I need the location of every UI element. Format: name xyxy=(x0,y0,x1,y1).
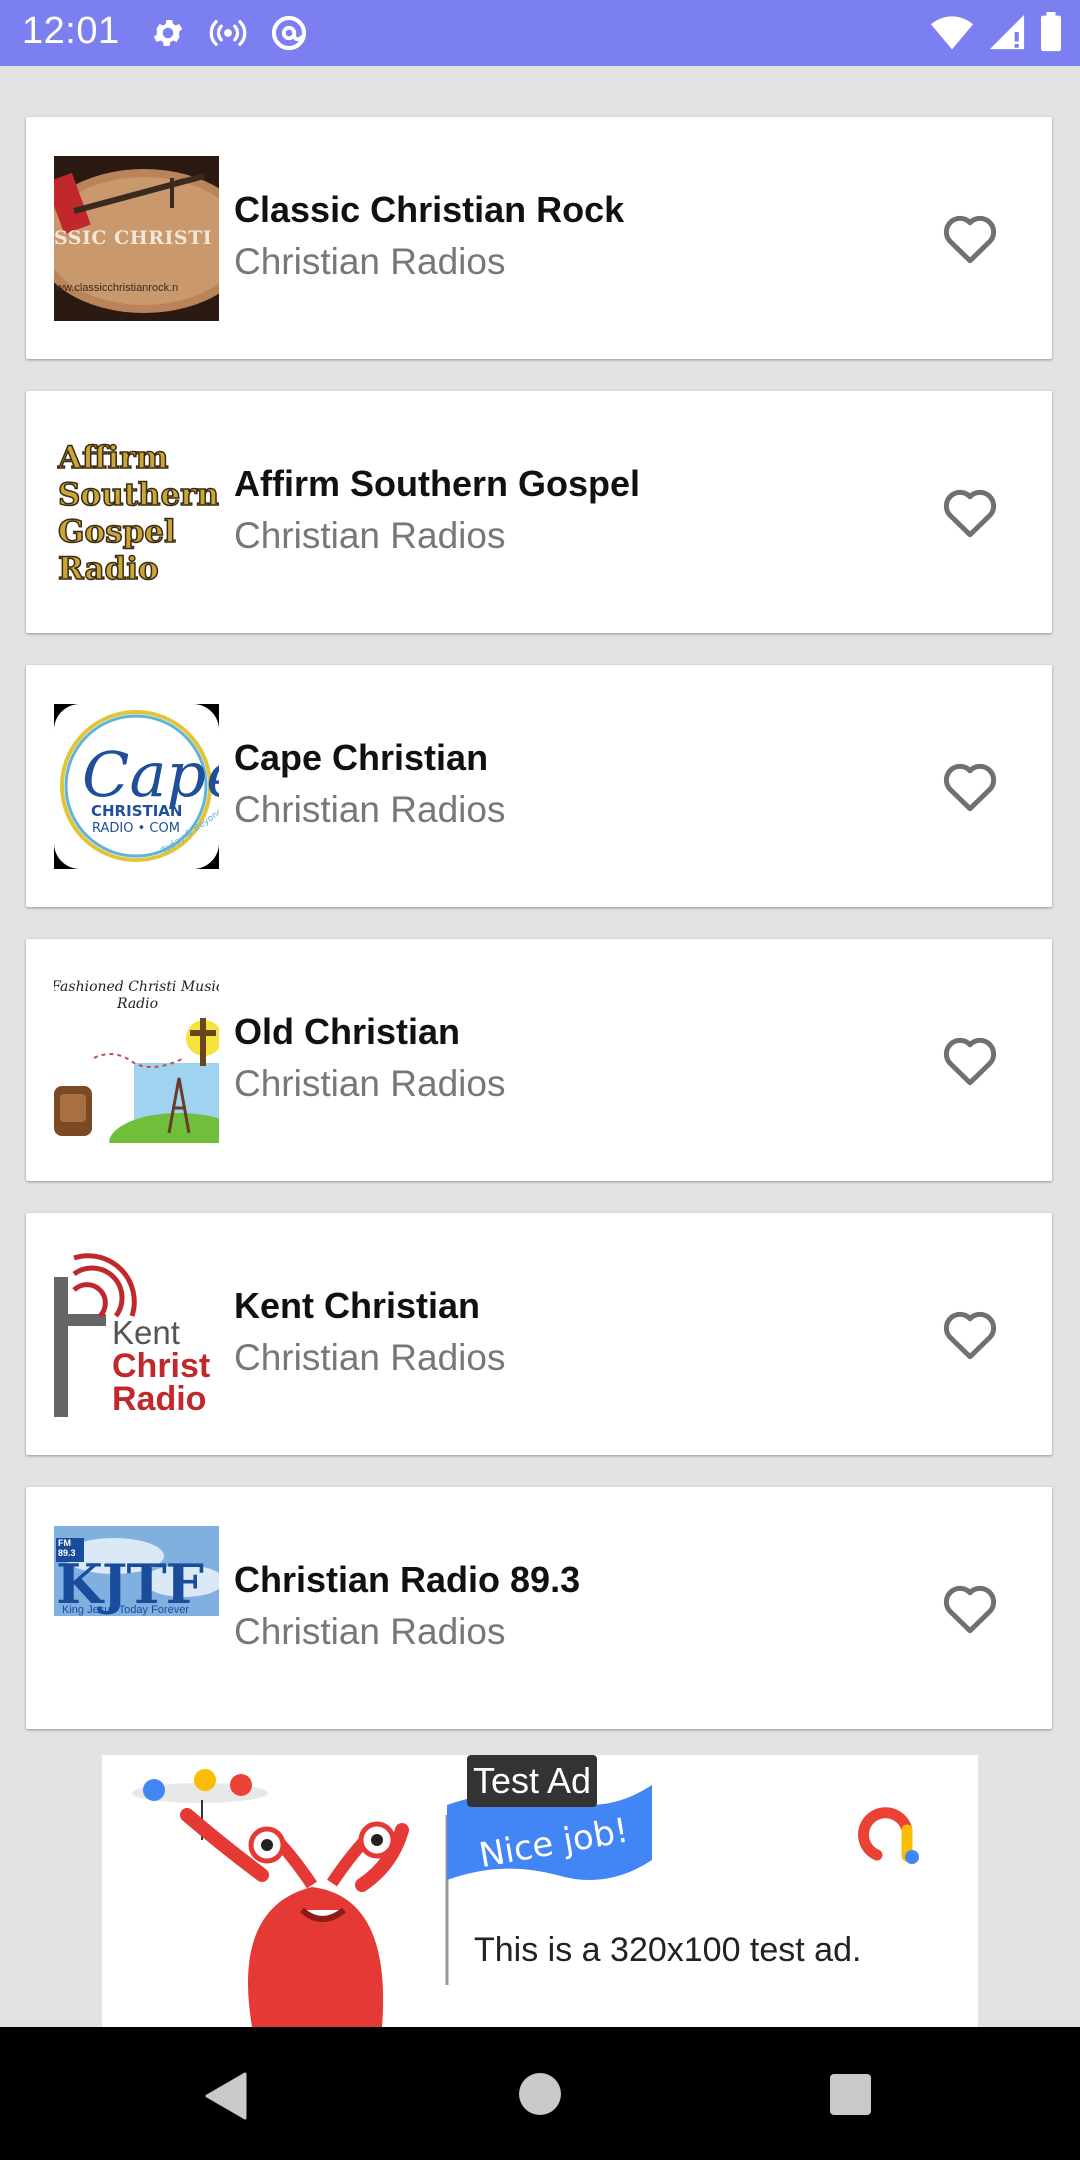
logo-text: Radio xyxy=(112,1380,207,1417)
heart-icon[interactable] xyxy=(940,483,1000,539)
ad-banner[interactable]: Nice job! Test Ad This is a 320x100 test… xyxy=(102,1755,978,2027)
station-card[interactable]: Kent Christ Radio Kent Christian Christi… xyxy=(26,1213,1052,1455)
station-subtitle: Christian Radios xyxy=(234,515,506,556)
heart-icon[interactable] xyxy=(940,209,1000,265)
station-title: Christian Radio 89.3 xyxy=(234,1559,581,1600)
logo-text: Affirm Southern Gospel Radio xyxy=(57,439,219,588)
logo-text: SSIC CHRISTI ROCK RADIO xyxy=(54,227,219,249)
station-title: Classic Christian Rock xyxy=(234,189,625,230)
wifi-icon xyxy=(930,16,974,50)
station-subtitle: Christian Radios xyxy=(234,1337,506,1378)
affirm-southern-gospel-logo: Affirm Southern Gospel Radio xyxy=(54,430,219,595)
old-christian-logo: Fashioned Christi Music Radio xyxy=(54,978,219,1143)
ad-body-text: This is a 320x100 test ad. xyxy=(474,1931,862,1969)
svg-text:CHRISTIAN: CHRISTIAN xyxy=(91,802,182,820)
station-subtitle: Christian Radios xyxy=(234,241,506,282)
logo-url: ww.classicchristianrock.n xyxy=(56,282,179,294)
logo-tagline: King Jesus Today Forever xyxy=(62,1604,189,1616)
station-card[interactable]: Affirm Southern Gospel Radio Affirm Sout… xyxy=(26,391,1052,633)
svg-text:Cape: Cape xyxy=(82,738,219,811)
classic-christian-rock-logo: SSIC CHRISTI ROCK RADIO ww.classicchrist… xyxy=(54,156,219,321)
station-card[interactable]: Cape CHRISTIAN RADIO • COM Today & Beyon… xyxy=(26,665,1052,907)
svg-text:RADIO • COM: RADIO • COM xyxy=(92,821,180,836)
station-subtitle: Christian Radios xyxy=(234,1611,506,1652)
kjtf-logo: FM 89.3 KJTF King Jesus Today Forever xyxy=(54,1526,219,1691)
heart-icon[interactable] xyxy=(940,757,1000,813)
status-icons-left xyxy=(150,14,308,52)
station-card[interactable]: Fashioned Christi Music Radio Old Christ… xyxy=(26,939,1052,1181)
gear-icon xyxy=(153,19,183,47)
at-sign-icon xyxy=(271,15,307,51)
station-title: Affirm Southern Gospel xyxy=(234,463,641,504)
station-title: Kent Christian xyxy=(234,1285,481,1326)
recents-icon[interactable] xyxy=(830,2074,871,2115)
kent-christian-logo: Kent Christ Radio xyxy=(54,1252,219,1417)
station-subtitle: Christian Radios xyxy=(234,789,506,830)
heart-icon[interactable] xyxy=(940,1579,1000,1635)
cape-christian-logo: Cape CHRISTIAN RADIO • COM Today & Beyon… xyxy=(54,704,219,869)
station-card[interactable]: SSIC CHRISTI ROCK RADIO ww.classicchrist… xyxy=(26,117,1052,359)
broadcast-icon xyxy=(209,20,247,46)
station-title: Old Christian xyxy=(234,1011,461,1052)
back-icon[interactable] xyxy=(205,2072,249,2120)
station-card[interactable]: FM 89.3 KJTF King Jesus Today Forever Chr… xyxy=(26,1487,1052,1729)
navigation-bar xyxy=(0,2027,1080,2160)
status-time: 12:01 xyxy=(22,10,120,52)
status-bar: 12:01 xyxy=(0,0,1080,66)
station-title: Cape Christian xyxy=(234,737,489,778)
test-ad-tag: Test Ad xyxy=(467,1755,598,1807)
station-subtitle: Christian Radios xyxy=(234,1063,506,1104)
logo-text: Fashioned Christi Music Radio xyxy=(54,979,219,1012)
status-icons-right xyxy=(930,12,1062,52)
heart-icon[interactable] xyxy=(940,1305,1000,1361)
battery-icon xyxy=(1041,12,1061,52)
home-icon[interactable] xyxy=(519,2073,561,2115)
heart-icon[interactable] xyxy=(940,1031,1000,1087)
signal-icon xyxy=(989,14,1025,50)
